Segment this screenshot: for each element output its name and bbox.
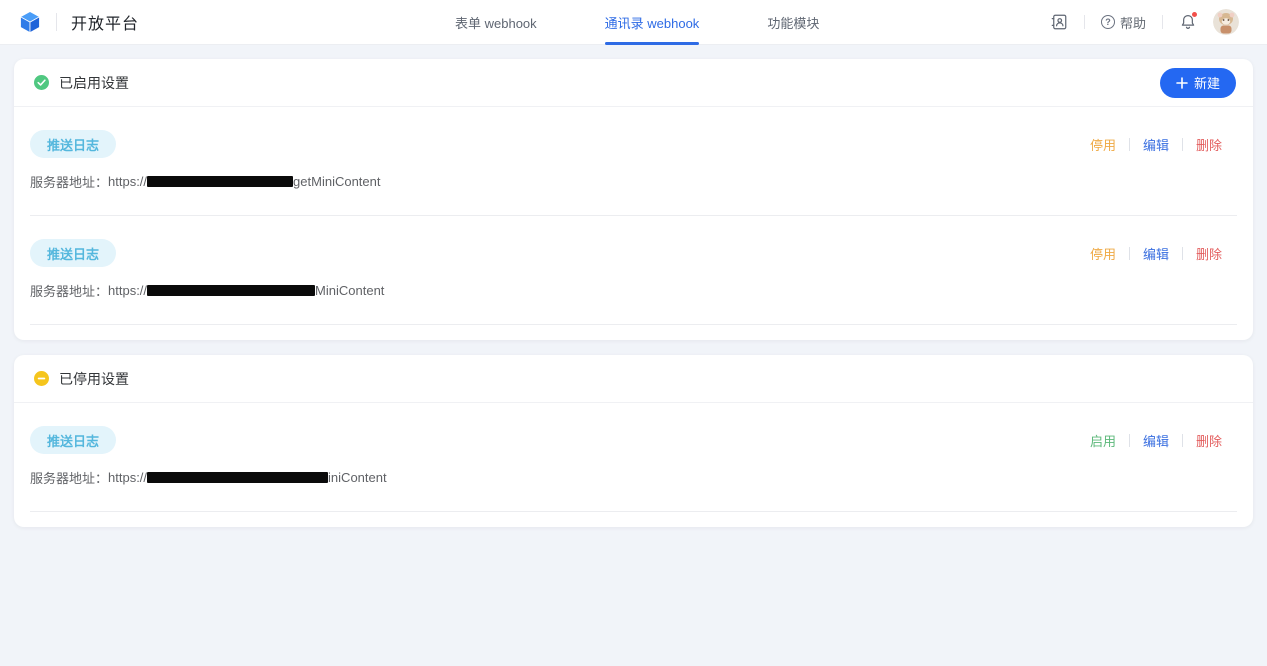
action-divider [1182,434,1183,447]
enabled-settings-card: 已启用设置 新建 推送日志 停用 编辑 删除 服务器 [14,59,1253,340]
navbar-right-cluster: ? 帮助 [1050,9,1239,35]
delete-action[interactable]: 删除 [1196,135,1222,154]
action-divider [1129,434,1130,447]
card-header: 已停用设置 [14,355,1253,403]
action-divider [1129,138,1130,151]
brand[interactable]: 开放平台 [18,10,139,34]
action-divider [1182,138,1183,151]
help-label: 帮助 [1120,13,1146,32]
row-actions: 停用 编辑 删除 [1090,244,1237,263]
disabled-settings-card: 已停用设置 推送日志 启用 编辑 删除 服务器地址： https:// iniC… [14,355,1253,527]
push-log-tag[interactable]: 推送日志 [30,239,116,267]
card-header: 已启用设置 新建 [14,59,1253,107]
row-actions: 停用 编辑 删除 [1090,135,1237,154]
row-actions: 启用 编辑 删除 [1090,431,1237,450]
enable-action[interactable]: 启用 [1090,431,1116,450]
server-address: 服务器地址： https:// iniContent [30,468,1237,487]
minus-circle-icon [34,371,49,386]
url-suffix: MiniContent [315,283,384,298]
section-title: 已启用设置 [59,73,129,93]
redacted-url-segment [147,285,315,296]
push-log-tag[interactable]: 推送日志 [30,130,116,158]
push-log-tag[interactable]: 推送日志 [30,426,116,454]
cube-logo-icon [18,10,42,34]
help-button[interactable]: ? 帮助 [1101,13,1146,32]
top-navbar: 开放平台 表单 webhook 通讯录 webhook 功能模块 ? 帮助 [0,0,1267,45]
url-prefix: https:// [108,174,147,189]
row-divider [30,324,1237,325]
server-address-label: 服务器地址： [30,172,108,191]
tab-label: 通讯录 webhook [605,13,700,32]
url-prefix: https:// [108,470,147,485]
main-nav-tabs: 表单 webhook 通讯录 webhook 功能模块 [455,0,819,44]
delete-action[interactable]: 删除 [1196,244,1222,263]
action-divider [1129,247,1130,260]
url-suffix: getMiniContent [293,174,380,189]
user-avatar[interactable] [1213,9,1239,35]
url-prefix: https:// [108,283,147,298]
nav-divider [1162,15,1163,29]
disable-action[interactable]: 停用 [1090,244,1116,263]
create-button[interactable]: 新建 [1160,68,1236,98]
webhook-row: 推送日志 停用 编辑 删除 服务器地址： https:// getMiniCon… [14,107,1253,216]
disable-action[interactable]: 停用 [1090,135,1116,154]
edit-action[interactable]: 编辑 [1143,135,1169,154]
server-address: 服务器地址： https:// MiniContent [30,281,1237,300]
url-suffix: iniContent [328,470,387,485]
redacted-url-segment [147,176,293,187]
tab-form-webhook[interactable]: 表单 webhook [455,0,537,44]
unread-dot [1191,11,1198,18]
server-address: 服务器地址： https:// getMiniContent [30,172,1237,191]
webhook-row: 推送日志 停用 编辑 删除 服务器地址： https:// MiniConten… [14,216,1253,325]
redacted-url-segment [147,472,328,483]
question-circle-icon: ? [1101,15,1115,29]
tab-contacts-webhook[interactable]: 通讯录 webhook [605,0,700,44]
app-title: 开放平台 [71,10,139,34]
server-address-label: 服务器地址： [30,468,108,487]
address-book-icon[interactable] [1050,13,1068,31]
action-divider [1182,247,1183,260]
tab-label: 功能模块 [767,13,819,32]
edit-action[interactable]: 编辑 [1143,431,1169,450]
row-divider [30,511,1237,512]
tab-function-modules[interactable]: 功能模块 [767,0,819,44]
brand-divider [56,13,57,31]
check-circle-icon [34,75,49,90]
delete-action[interactable]: 删除 [1196,431,1222,450]
main-content: 已启用设置 新建 推送日志 停用 编辑 删除 服务器 [0,45,1267,556]
webhook-row: 推送日志 启用 编辑 删除 服务器地址： https:// iniContent [14,403,1253,512]
edit-action[interactable]: 编辑 [1143,244,1169,263]
notification-bell-icon[interactable] [1179,13,1197,31]
create-button-label: 新建 [1194,73,1220,92]
nav-divider [1084,15,1085,29]
plus-icon [1176,77,1188,89]
tab-label: 表单 webhook [455,13,537,32]
section-title: 已停用设置 [59,369,129,389]
server-address-label: 服务器地址： [30,281,108,300]
